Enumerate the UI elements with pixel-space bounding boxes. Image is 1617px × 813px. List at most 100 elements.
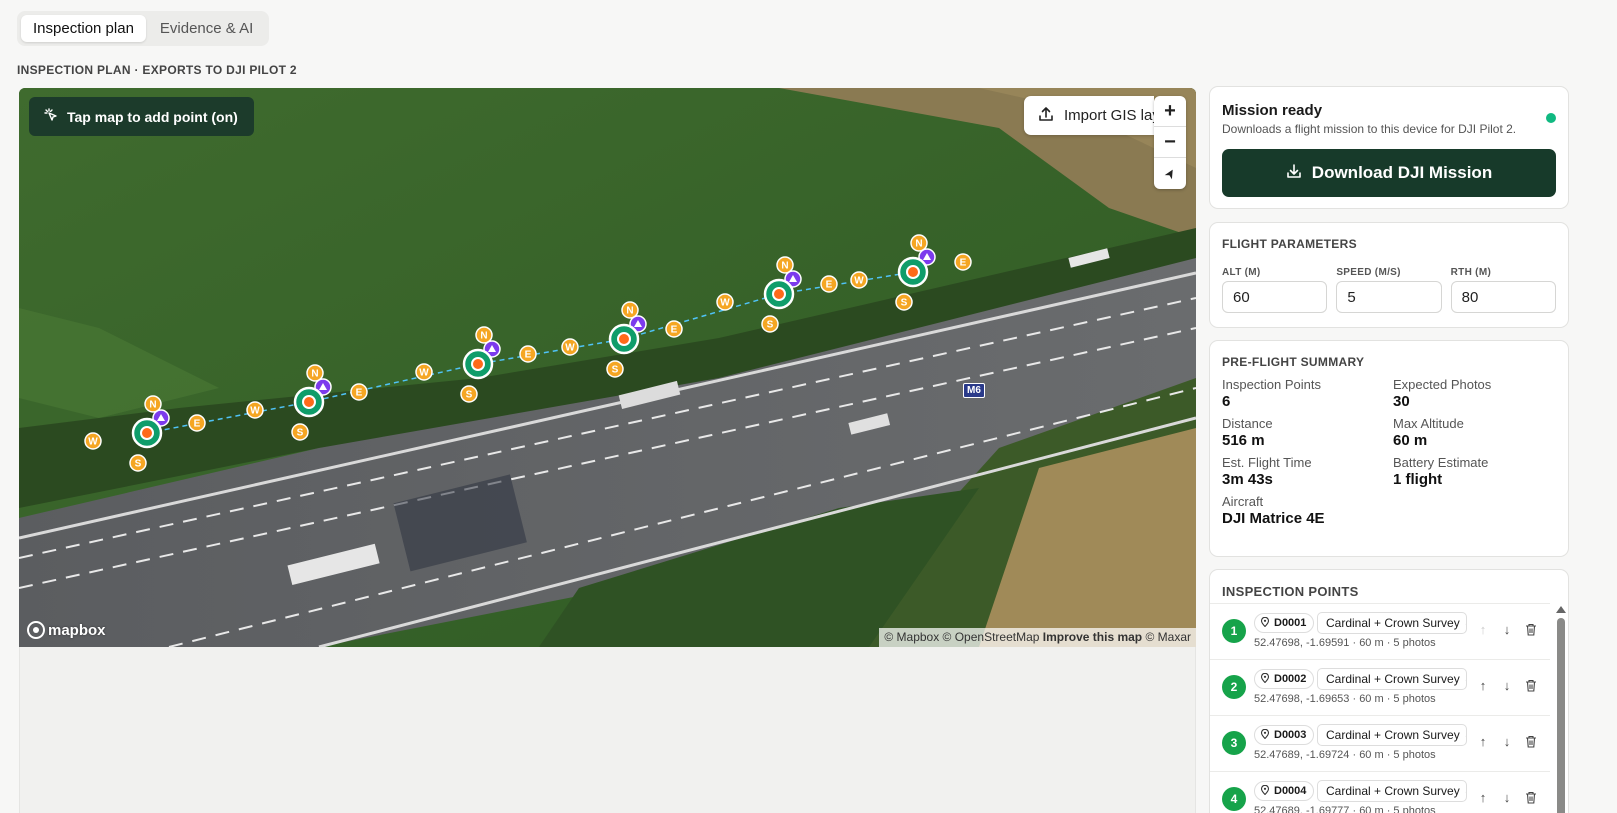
point-meta: 52.47698, -1.69653 · 60 m · 5 photos xyxy=(1254,693,1436,705)
inspection-point-row[interactable]: 3 D0003 Cardinal + Crown Survey ⌄ 52.476… xyxy=(1210,715,1550,771)
speed-input[interactable]: 5 xyxy=(1336,281,1442,313)
cardinal-label-s: S xyxy=(297,428,304,439)
cardinal-label-e: E xyxy=(356,388,363,399)
waypoint-center-dot xyxy=(772,287,786,301)
map-pin-icon xyxy=(1260,672,1270,686)
download-label: Download DJI Mission xyxy=(1311,163,1493,182)
point-meta: 52.47698, -1.69591 · 60 m · 5 photos xyxy=(1254,637,1436,649)
point-meta: 52.47689, -1.69724 · 60 m · 5 photos xyxy=(1254,749,1436,761)
point-meta: 52.47689, -1.69777 · 60 m · 5 photos xyxy=(1254,805,1436,813)
move-down-icon[interactable]: ↓ xyxy=(1499,733,1515,749)
preflight-summary-heading: PRE-FLIGHT SUMMARY xyxy=(1222,355,1365,369)
scroll-thumb[interactable] xyxy=(1557,618,1565,813)
tap-to-add-label: Tap map to add point (on) xyxy=(67,108,238,125)
cardinal-label-e: E xyxy=(960,258,967,269)
inspection-point-row[interactable]: 1 D0001 Cardinal + Crown Survey ⌄ 52.476… xyxy=(1210,603,1550,659)
point-id-chip[interactable]: D0001 xyxy=(1254,613,1315,633)
summary-value: 1 flight xyxy=(1393,471,1443,488)
cardinal-label-s: S xyxy=(767,320,774,331)
point-id: D0001 xyxy=(1274,617,1307,629)
summary-key: Max Altitude xyxy=(1393,416,1464,431)
cardinal-label-w: W xyxy=(419,368,429,379)
move-down-icon[interactable]: ↓ xyxy=(1499,789,1515,805)
mission-title: Mission ready xyxy=(1222,102,1323,119)
delete-icon[interactable] xyxy=(1523,789,1539,805)
delete-icon[interactable] xyxy=(1523,677,1539,693)
summary-key: Expected Photos xyxy=(1393,377,1492,392)
point-id: D0004 xyxy=(1274,785,1307,797)
chevron-down-icon: ⌄ xyxy=(1464,674,1466,685)
move-up-icon[interactable]: ↑ xyxy=(1475,789,1491,805)
chevron-down-icon: ⌄ xyxy=(1464,786,1466,797)
chevron-down-icon: ⌄ xyxy=(1464,618,1466,629)
waypoint-center-dot xyxy=(617,332,631,346)
point-id-chip[interactable]: D0002 xyxy=(1254,669,1315,689)
download-dji-mission-button[interactable]: Download DJI Mission xyxy=(1222,149,1556,197)
alt-input[interactable]: 60 xyxy=(1222,281,1328,313)
inspection-point-row[interactable]: 4 D0004 Cardinal + Crown Survey ⌄ 52.476… xyxy=(1210,771,1550,813)
move-up-icon[interactable]: ↑ xyxy=(1475,621,1491,637)
survey-mode-select[interactable]: Cardinal + Crown Survey ⌄ xyxy=(1317,780,1467,802)
waypoint-center-dot xyxy=(471,357,485,371)
map-pin-icon xyxy=(1260,728,1270,742)
move-up-icon[interactable]: ↑ xyxy=(1475,733,1491,749)
zoom-out-button[interactable]: − xyxy=(1154,127,1186,158)
rth-label: RTH (M) xyxy=(1450,267,1492,278)
cardinal-label-n: N xyxy=(781,261,788,272)
upload-icon xyxy=(1038,106,1054,126)
point-id-chip[interactable]: D0004 xyxy=(1254,781,1315,801)
attribution-osm[interactable]: © Mapbox © OpenStreetMap xyxy=(884,630,1039,644)
waypoint-center-dot xyxy=(302,395,316,409)
summary-value: 6 xyxy=(1222,393,1231,410)
point-number-badge: 3 xyxy=(1222,731,1246,755)
tab-inspection-plan[interactable]: Inspection plan xyxy=(21,15,146,42)
section-label: INSPECTION PLAN · EXPORTS TO DJI PILOT 2 xyxy=(17,63,297,77)
alt-label: ALT (M) xyxy=(1222,267,1261,278)
point-number-badge: 4 xyxy=(1222,787,1246,811)
move-down-icon[interactable]: ↓ xyxy=(1499,677,1515,693)
inspection-markers[interactable]: N E S W N E S W N E S W N E S W N E S W N E S W xyxy=(19,88,1196,647)
survey-mode-value: Cardinal + Crown Survey xyxy=(1326,672,1460,686)
map-zoom-controls: + − ➤ xyxy=(1154,96,1186,189)
survey-mode-select[interactable]: Cardinal + Crown Survey ⌄ xyxy=(1317,724,1467,746)
point-number-badge: 2 xyxy=(1222,675,1246,699)
rth-input[interactable]: 80 xyxy=(1450,281,1556,313)
move-up-icon[interactable]: ↑ xyxy=(1475,677,1491,693)
point-number-badge: 1 xyxy=(1222,619,1246,643)
map-attribution: © Mapbox © OpenStreetMap Improve this ma… xyxy=(879,628,1196,647)
inspection-points-card: INSPECTION POINTS 1 D0001 Cardinal + Cro… xyxy=(1209,569,1569,813)
tap-to-add-toggle[interactable]: Tap map to add point (on) xyxy=(29,97,254,136)
summary-key: Battery Estimate xyxy=(1393,455,1489,470)
zoom-in-button[interactable]: + xyxy=(1154,96,1186,127)
point-id-chip[interactable]: D0003 xyxy=(1254,725,1315,745)
survey-mode-value: Cardinal + Crown Survey xyxy=(1326,728,1460,742)
attribution-maxar[interactable]: © Maxar xyxy=(1145,630,1191,644)
view-tabs: Inspection plan Evidence & AI xyxy=(17,11,270,46)
summary-key: Distance xyxy=(1222,416,1273,431)
points-scrollbar[interactable] xyxy=(1556,606,1566,813)
map-view[interactable]: N E S W N E S W N E S W N E S W N E S W N E S W M6 Tap map to a… xyxy=(19,88,1196,647)
survey-mode-select[interactable]: Cardinal + Crown Survey ⌄ xyxy=(1317,668,1467,690)
delete-icon[interactable] xyxy=(1523,621,1539,637)
import-gis-button[interactable]: Import GIS layer xyxy=(1024,96,1154,135)
inspection-point-row[interactable]: 2 D0002 Cardinal + Crown Survey ⌄ 52.476… xyxy=(1210,659,1550,715)
cardinal-label-e: E xyxy=(671,325,678,336)
move-down-icon[interactable]: ↓ xyxy=(1499,621,1515,637)
summary-key: Est. Flight Time xyxy=(1222,455,1312,470)
cardinal-label-s: S xyxy=(612,365,619,376)
mission-status-dot xyxy=(1546,113,1556,123)
summary-item: Aircraft DJI Matrice 4E xyxy=(1222,494,1393,527)
tab-evidence-ai[interactable]: Evidence & AI xyxy=(148,15,265,42)
import-gis-label: Import GIS layer xyxy=(1064,107,1154,124)
summary-value: 3m 43s xyxy=(1222,471,1273,488)
cardinal-label-s: S xyxy=(901,298,908,309)
improve-map-link[interactable]: Improve this map xyxy=(1043,630,1142,644)
mapbox-logo: mapbox xyxy=(27,621,106,639)
summary-item: Battery Estimate 1 flight xyxy=(1393,455,1564,488)
scroll-up-arrow[interactable] xyxy=(1556,606,1566,613)
map-footer-area xyxy=(19,647,1196,813)
point-id: D0002 xyxy=(1274,673,1307,685)
delete-icon[interactable] xyxy=(1523,733,1539,749)
inspection-points-heading: INSPECTION POINTS xyxy=(1222,584,1359,599)
survey-mode-select[interactable]: Cardinal + Crown Survey ⌄ xyxy=(1317,612,1467,634)
